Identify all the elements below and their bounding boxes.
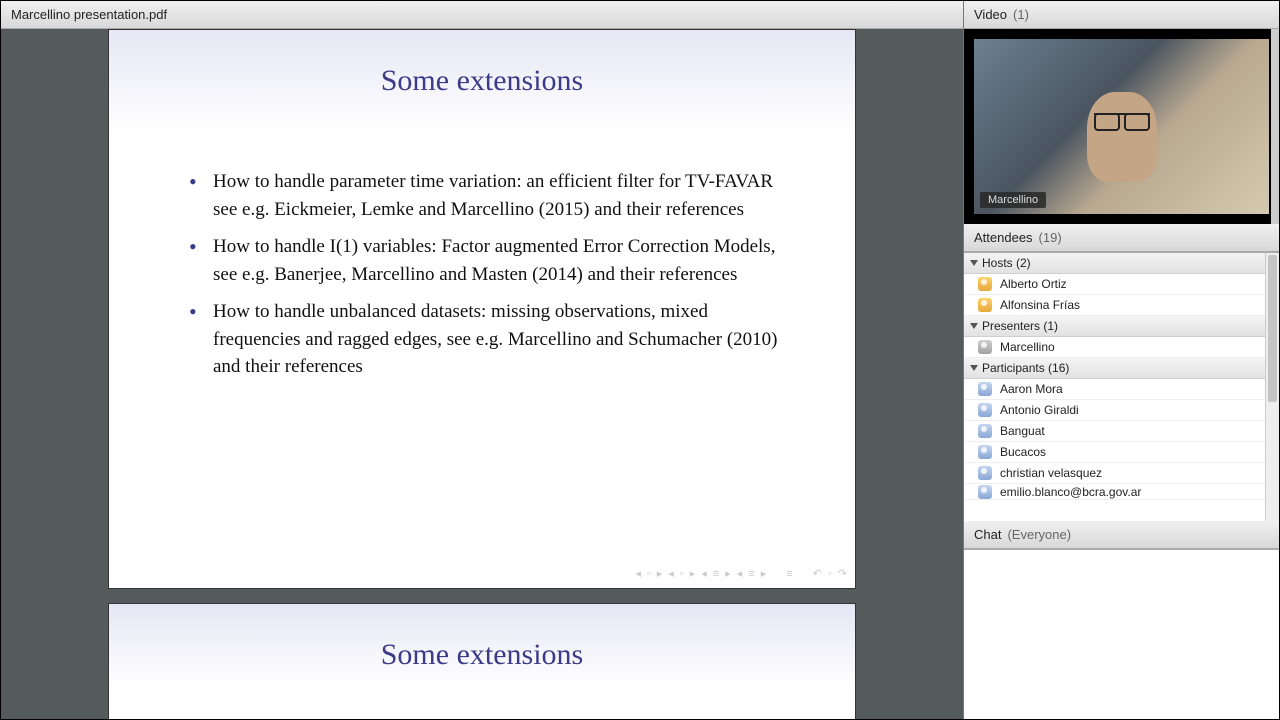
participant-icon	[978, 485, 992, 499]
host-icon	[978, 277, 992, 291]
nav-back-icon[interactable]: ◂	[701, 567, 707, 580]
attendees-header-label: Attendees	[974, 230, 1033, 245]
video-person-shape	[1087, 92, 1157, 182]
video-header-count: (1)	[1013, 7, 1029, 22]
attendee-row[interactable]: christian velasquez	[964, 463, 1279, 484]
document-title-bar: Marcellino presentation.pdf	[1, 1, 963, 29]
nav-page-icon[interactable]: ▫	[647, 568, 651, 580]
attendee-name: Aaron Mora	[1000, 382, 1063, 396]
video-scrollbar[interactable]	[1271, 29, 1279, 224]
attendee-name: christian velasquez	[1000, 466, 1102, 480]
video-feed: Marcellino	[974, 39, 1269, 214]
nav-pause-icon[interactable]: ◦	[828, 568, 832, 580]
attendee-group-presenters[interactable]: Presenters (1)	[964, 316, 1279, 337]
nav-last-icon[interactable]: ▸	[761, 567, 767, 580]
slide-next-title: Some extensions	[109, 604, 855, 672]
app-root: Marcellino presentation.pdf Some extensi…	[0, 0, 1280, 720]
video-header-label: Video	[974, 7, 1007, 22]
group-label: Participants (16)	[982, 361, 1069, 375]
attendee-group-participants[interactable]: Participants (16)	[964, 358, 1279, 379]
attendee-name: Marcellino	[1000, 340, 1055, 354]
nav-prev-icon[interactable]: ◂	[668, 567, 674, 580]
attendee-row[interactable]: Marcellino	[964, 337, 1279, 358]
attendee-name: emilio.blanco@bcra.gov.ar	[1000, 485, 1141, 499]
attendee-row[interactable]: Alfonsina Frías	[964, 295, 1279, 316]
attendee-name: Antonio Giraldi	[1000, 403, 1079, 417]
attendee-name: Alberto Ortiz	[1000, 277, 1067, 291]
attendees-scrollbar[interactable]	[1265, 253, 1279, 521]
nav-first-icon[interactable]: ◂	[737, 567, 743, 580]
nav-doc-icon[interactable]: ▫	[680, 568, 684, 580]
nav-up-icon[interactable]: ≡	[713, 568, 719, 580]
nav-prev-section-icon[interactable]: ◂	[635, 567, 641, 580]
video-panel-header[interactable]: Video (1)	[964, 1, 1279, 29]
attendees-panel-header[interactable]: Attendees (19)	[964, 224, 1279, 252]
slide-nav-controls: ◂ ▫ ▸ ◂ ▫ ▸ ◂ ≡ ▸ ◂ ≡ ▸ ≡ ↶ ◦	[635, 567, 847, 580]
host-icon	[978, 298, 992, 312]
attendee-row[interactable]: emilio.blanco@bcra.gov.ar	[964, 484, 1279, 500]
attendees-header-count: (19)	[1039, 230, 1062, 245]
attendee-row[interactable]: Bucacos	[964, 442, 1279, 463]
slide-bullet: How to handle parameter time variation: …	[189, 168, 795, 223]
attendee-name: Banguat	[1000, 424, 1045, 438]
nav-fwd-icon[interactable]: ▸	[725, 567, 731, 580]
nav-next-icon[interactable]: ▸	[690, 567, 696, 580]
group-label: Hosts (2)	[982, 256, 1031, 270]
attendee-row[interactable]: Aaron Mora	[964, 379, 1279, 400]
chat-header-label: Chat	[974, 527, 1001, 542]
slide-bullet: How to handle unbalanced datasets: missi…	[189, 298, 795, 381]
participant-icon	[978, 424, 992, 438]
video-area[interactable]: Marcellino	[964, 29, 1279, 224]
chat-body[interactable]	[964, 549, 1279, 719]
video-glasses-shape	[1094, 113, 1150, 127]
attendee-row[interactable]: Alberto Ortiz	[964, 274, 1279, 295]
video-speaker-label: Marcellino	[980, 192, 1046, 208]
document-title: Marcellino presentation.pdf	[11, 7, 167, 22]
scrollbar-thumb[interactable]	[1268, 255, 1277, 402]
slide-bullet: How to handle I(1) variables: Factor aug…	[189, 233, 795, 288]
slide-current: Some extensions How to handle parameter …	[108, 29, 856, 589]
attendee-group-hosts[interactable]: Hosts (2)	[964, 253, 1279, 274]
chevron-down-icon	[970, 323, 978, 329]
slide-title: Some extensions	[109, 30, 855, 98]
nav-redo-icon[interactable]: ↷	[838, 567, 847, 580]
participant-icon	[978, 403, 992, 417]
nav-menu-icon[interactable]: ≡	[786, 568, 792, 580]
side-panel: Video (1) Marcellino Attendees (19) Host…	[964, 1, 1279, 719]
attendee-name: Bucacos	[1000, 445, 1046, 459]
participant-icon	[978, 466, 992, 480]
participant-icon	[978, 445, 992, 459]
chat-header-scope: (Everyone)	[1007, 527, 1071, 542]
presentation-pane: Marcellino presentation.pdf Some extensi…	[1, 1, 964, 719]
chat-panel-header[interactable]: Chat (Everyone)	[964, 521, 1279, 549]
attendee-row[interactable]: Antonio Giraldi	[964, 400, 1279, 421]
attendee-row[interactable]: Banguat	[964, 421, 1279, 442]
participant-icon	[978, 382, 992, 396]
nav-undo-icon[interactable]: ↶	[813, 567, 822, 580]
attendees-list: Hosts (2) Alberto Ortiz Alfonsina Frías …	[964, 252, 1279, 521]
attendee-name: Alfonsina Frías	[1000, 298, 1080, 312]
chevron-down-icon	[970, 365, 978, 371]
group-label: Presenters (1)	[982, 319, 1058, 333]
presenter-icon	[978, 340, 992, 354]
nav-outline-icon[interactable]: ≡	[748, 568, 754, 580]
chevron-down-icon	[970, 260, 978, 266]
nav-next-section-icon[interactable]: ▸	[657, 567, 663, 580]
slide-next-preview: Some extensions	[108, 603, 856, 719]
pdf-viewport[interactable]: Some extensions How to handle parameter …	[1, 29, 963, 719]
slide-body: How to handle parameter time variation: …	[109, 98, 855, 411]
